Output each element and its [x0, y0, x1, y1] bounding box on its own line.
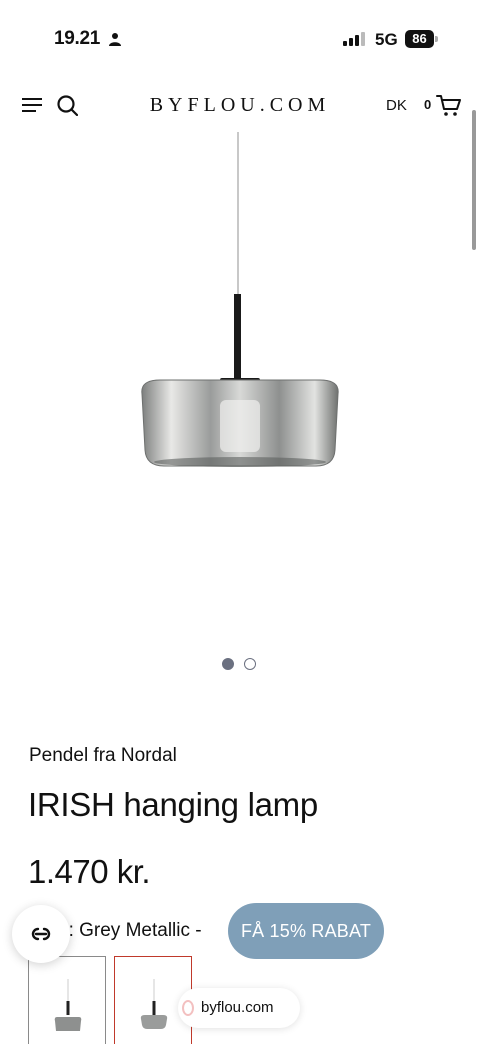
browser-url-bar[interactable]: byflou.com	[178, 988, 300, 1028]
network-label: 5G	[375, 30, 398, 49]
product-title: IRISH hanging lamp	[28, 786, 318, 823]
carousel-dot[interactable]	[244, 658, 256, 670]
carousel-dot[interactable]	[222, 658, 234, 670]
battery-indicator: 86	[405, 30, 434, 48]
url-text: byflou.com	[201, 999, 274, 1016]
battery-tip	[435, 36, 438, 42]
search-icon[interactable]	[56, 94, 78, 116]
site-logo[interactable]: BYFLOU.COM	[140, 94, 340, 117]
status-time: 19.21	[54, 28, 101, 49]
chat-icon	[31, 927, 51, 941]
product-brand: Pendel fra Nordal	[29, 745, 177, 766]
discount-button[interactable]: FÅ 15% RABAT	[228, 903, 384, 959]
swatch-lamp-image	[54, 979, 82, 1031]
cart-count: 0	[424, 97, 432, 112]
signal-icon	[343, 32, 365, 46]
chat-button[interactable]	[12, 905, 70, 963]
swatch-lamp-image	[140, 979, 168, 1029]
variant-swatch[interactable]	[28, 956, 106, 1044]
language-selector[interactable]: DK	[386, 97, 407, 114]
status-bar: 19.21 5G 86	[0, 0, 480, 78]
variant-label: e: Grey Metallic -	[58, 920, 202, 941]
carousel-dots	[0, 658, 480, 670]
site-header: BYFLOU.COM DK 0	[0, 80, 480, 132]
cart-icon[interactable]	[436, 94, 462, 118]
product-price: 1.470 kr.	[28, 853, 151, 890]
menu-icon[interactable]	[22, 96, 44, 114]
product-image[interactable]	[80, 132, 400, 532]
site-favicon	[182, 1000, 194, 1016]
scrollbar[interactable]	[472, 110, 476, 250]
person-icon	[109, 33, 121, 46]
